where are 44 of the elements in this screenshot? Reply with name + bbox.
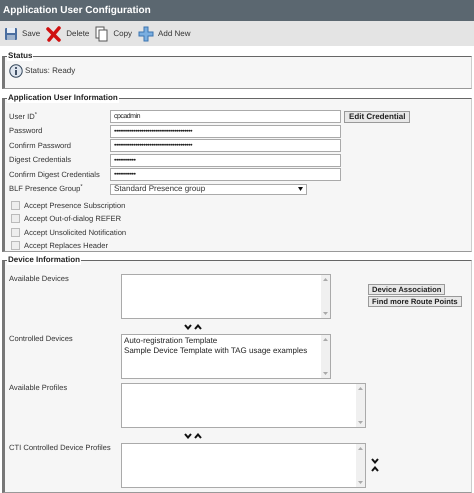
scroll-down-icon[interactable]	[323, 312, 328, 315]
move-down-icon[interactable]	[371, 458, 379, 464]
toolbar-button[interactable]: Save	[22, 28, 40, 40]
scrollbar[interactable]	[321, 335, 330, 378]
scrollbar[interactable]	[356, 384, 365, 427]
dropdown[interactable]: Standard Presence group	[110, 184, 307, 195]
copy-icon[interactable]	[95, 26, 110, 42]
list-box[interactable]: Auto-registration Template Sample Device Template with TAG usage examples	[121, 334, 331, 379]
title-bar: Application User Configuration	[0, 0, 474, 22]
delete-icon[interactable]	[46, 26, 62, 42]
toolbar-button[interactable]: Copy	[113, 28, 132, 40]
toolbar-button[interactable]: Add New	[158, 28, 191, 40]
move-up-icon[interactable]	[194, 432, 202, 438]
list-box[interactable]	[121, 383, 366, 428]
scroll-up-icon[interactable]	[358, 387, 363, 390]
scroll-up-icon[interactable]	[358, 447, 363, 450]
section-legend: Status	[7, 51, 34, 62]
move-up-icon[interactable]	[194, 324, 202, 330]
checkbox[interactable]	[11, 241, 20, 250]
scroll-down-icon[interactable]	[358, 481, 363, 484]
scrollbar[interactable]	[321, 275, 330, 318]
scrollbar[interactable]	[356, 444, 365, 487]
list-box[interactable]	[121, 443, 366, 488]
move-down-icon[interactable]	[184, 324, 192, 330]
list-box[interactable]	[121, 274, 331, 319]
move-down-icon[interactable]	[184, 432, 192, 438]
list-item[interactable]: Sample Device Template with TAG usage examples	[124, 346, 319, 356]
scroll-up-icon[interactable]	[323, 338, 328, 341]
move-up-icon[interactable]	[371, 466, 379, 472]
scroll-down-icon[interactable]	[358, 421, 363, 424]
checkbox[interactable]	[11, 228, 20, 237]
scroll-up-icon[interactable]	[323, 278, 328, 281]
status-message: Status: Ready	[25, 65, 76, 78]
section-legend: Device Information	[7, 255, 82, 265]
checkbox[interactable]	[11, 200, 20, 210]
toolbar-button[interactable]: Delete	[66, 28, 90, 40]
scroll-down-icon[interactable]	[323, 372, 328, 375]
info-icon	[9, 64, 23, 78]
list-item[interactable]: Auto-registration Template	[124, 336, 319, 346]
edit-credential-button[interactable]: Edit Credential	[344, 110, 410, 123]
checkbox[interactable]	[11, 214, 20, 224]
caret-icon	[298, 187, 303, 192]
section-legend: Application User Information	[7, 92, 119, 103]
plus-icon[interactable]	[138, 26, 154, 42]
